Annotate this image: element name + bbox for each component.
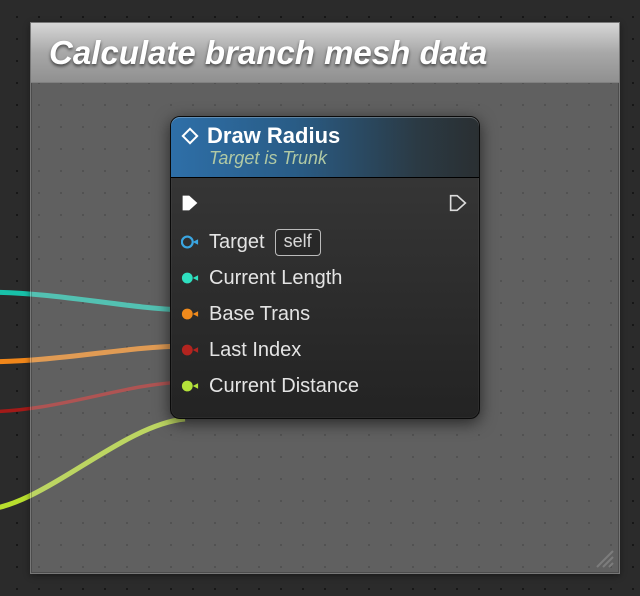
target-self-value[interactable]: self: [275, 229, 321, 256]
current-length-label: Current Length: [209, 267, 342, 290]
base-trans-label: Base Trans: [209, 303, 310, 326]
node-title: Draw Radius: [207, 123, 340, 149]
current-distance-pin[interactable]: [181, 377, 199, 395]
node-header[interactable]: Draw Radius Target is Trunk: [171, 117, 479, 178]
node-body: Target self Current Length Base Trans: [171, 178, 479, 418]
last-index-pin[interactable]: [181, 341, 199, 359]
comment-title: Calculate branch mesh data: [49, 34, 487, 72]
exec-input-pin[interactable]: [181, 194, 199, 212]
last-index-label: Last Index: [209, 339, 301, 362]
function-icon: [181, 127, 199, 145]
target-label: Target: [209, 231, 265, 254]
current-distance-label: Current Distance: [209, 375, 359, 398]
target-pin[interactable]: [181, 233, 199, 251]
function-node-draw-radius[interactable]: Draw Radius Target is Trunk: [170, 116, 480, 419]
base-trans-pin[interactable]: [181, 305, 199, 323]
exec-output-pin[interactable]: [449, 194, 467, 212]
comment-resize-handle[interactable]: [591, 545, 615, 569]
current-length-pin[interactable]: [181, 269, 199, 287]
node-subtitle: Target is Trunk: [209, 148, 469, 173]
comment-title-bar[interactable]: Calculate branch mesh data: [31, 23, 619, 83]
